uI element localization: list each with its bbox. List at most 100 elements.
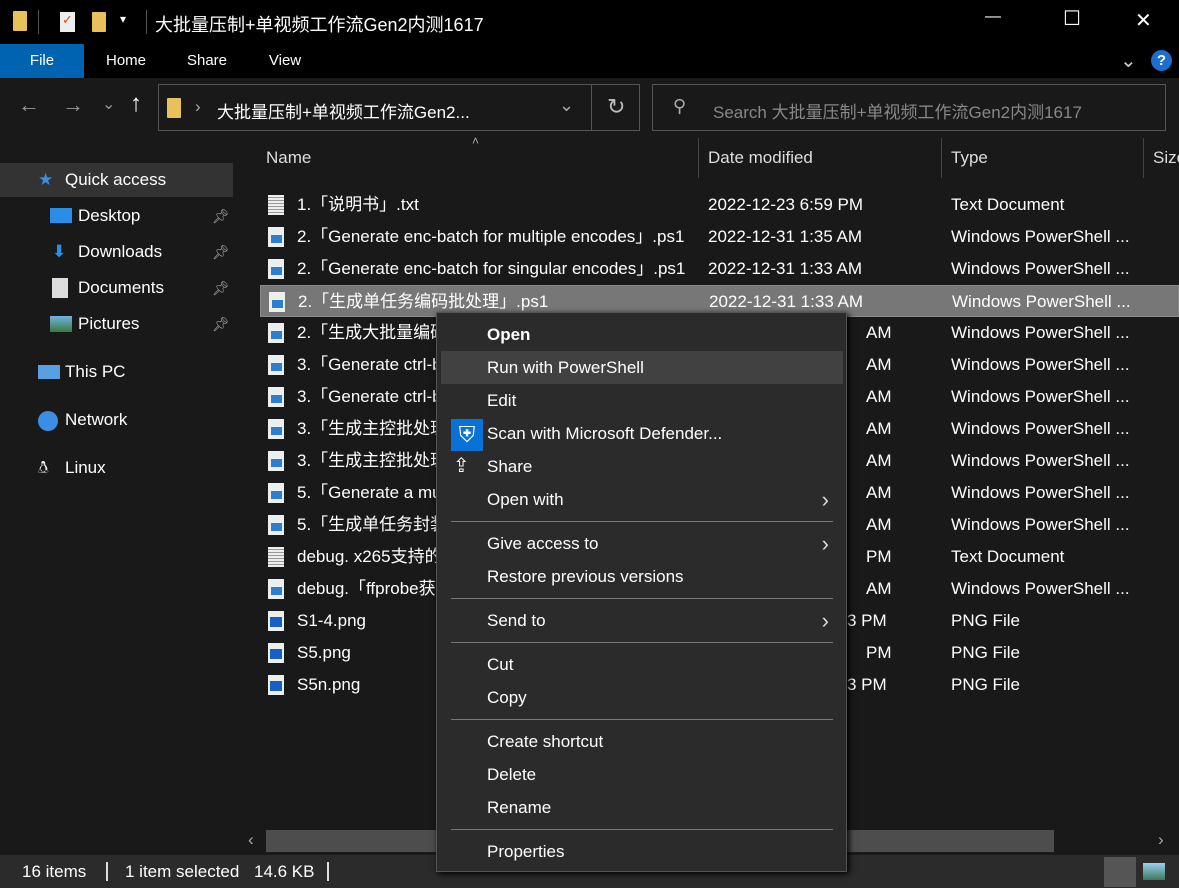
help-icon[interactable]: ? xyxy=(1151,50,1172,71)
details-view-button[interactable] xyxy=(1104,857,1136,887)
file-type: Windows PowerShell ... xyxy=(951,579,1130,598)
title-bar: ✓ ▾ 大批量压制+单视频工作流Gen2内测1617 — ☐ ✕ xyxy=(0,0,1179,44)
menu-item-scan-with-microsoft-defender[interactable]: Scan with Microsoft Defender... ⛨ xyxy=(441,417,843,451)
menu-separator xyxy=(451,521,833,522)
menu-item-label: Properties xyxy=(487,842,565,861)
menu-item-restore-previous-versions[interactable]: Restore previous versions xyxy=(441,560,843,593)
file-row[interactable]: 2.「Generate enc-batch for multiple encod… xyxy=(260,221,1179,253)
linux-icon: 🐧︎ xyxy=(38,458,49,477)
menu-item-send-to[interactable]: Send to › xyxy=(441,604,843,637)
back-button[interactable]: ← xyxy=(18,92,40,118)
forward-button[interactable]: → xyxy=(62,92,84,118)
menu-item-create-shortcut[interactable]: Create shortcut xyxy=(441,725,843,758)
file-name: S1-4.png xyxy=(297,611,366,630)
scroll-right-icon[interactable]: › xyxy=(1158,830,1164,850)
context-menu: Open Run with PowerShell Edit Scan with Mic… xyxy=(436,312,847,872)
file-type: PNG File xyxy=(951,643,1020,662)
sidebar-item-linux[interactable]: 🐧︎ Linux xyxy=(0,451,233,485)
menu-item-share[interactable]: Share ⇪ xyxy=(441,450,843,483)
file-name: debug.「ffprobe获 xyxy=(297,579,436,598)
column-divider[interactable] xyxy=(698,138,699,178)
properties-quick-icon[interactable]: ✓ xyxy=(60,12,75,32)
large-icons-view-button[interactable] xyxy=(1143,863,1165,880)
minimize-button[interactable]: — xyxy=(985,8,1001,26)
file-date: AM xyxy=(866,419,892,438)
column-header-type[interactable]: Type xyxy=(951,148,988,168)
menu-item-run-with-powershell[interactable]: Run with PowerShell xyxy=(441,351,843,384)
menu-item-edit[interactable]: Edit xyxy=(441,384,843,417)
search-input[interactable]: ⚲ Search 大批量压制+单视频工作流Gen2内测1617 xyxy=(652,84,1166,131)
navigation-pane: ★ Quick access Desktop 📌︎ ⬇ Downloads 📌︎ Doc… xyxy=(0,138,236,853)
tab-view[interactable]: View xyxy=(258,44,312,78)
sidebar-item-quick-access[interactable]: ★ Quick access xyxy=(0,163,233,197)
new-folder-quick-icon[interactable] xyxy=(92,12,106,32)
refresh-button[interactable]: ↻ xyxy=(607,94,625,120)
tab-home[interactable]: Home xyxy=(96,44,156,78)
png-file-icon xyxy=(268,675,284,695)
tab-file[interactable]: File xyxy=(0,44,84,78)
expand-ribbon-icon[interactable]: ⌄ xyxy=(1120,48,1137,73)
file-date: AM xyxy=(866,483,892,502)
file-date: AM xyxy=(866,355,892,374)
address-dropdown-button[interactable]: ⌄ xyxy=(559,95,574,116)
menu-item-open-with[interactable]: Open with › xyxy=(441,483,843,516)
recent-locations-button[interactable]: ⌄ xyxy=(102,94,115,114)
pin-icon[interactable]: 📌︎ xyxy=(212,307,230,341)
column-divider[interactable] xyxy=(1143,138,1144,178)
sidebar-item-pictures[interactable]: Pictures 📌︎ xyxy=(0,307,233,341)
menu-item-properties[interactable]: Properties xyxy=(441,835,843,868)
menu-separator xyxy=(451,719,833,720)
file-date: PM xyxy=(866,547,892,566)
tab-share[interactable]: Share xyxy=(178,44,236,78)
sidebar-item-label: Network xyxy=(65,410,128,429)
item-count: 16 items xyxy=(22,862,87,881)
column-header-size[interactable]: Size xyxy=(1153,148,1179,168)
ribbon: File Home Share View ⌄ ? xyxy=(0,44,1179,78)
file-type: Windows PowerShell ... xyxy=(951,323,1130,342)
file-type: Windows PowerShell ... xyxy=(951,419,1130,438)
text-file-icon xyxy=(268,195,284,215)
menu-item-copy[interactable]: Copy xyxy=(441,681,843,714)
file-name: 3.「Generate ctrl-b xyxy=(297,387,442,406)
sidebar-item-network[interactable]: Network xyxy=(0,403,233,437)
powershell-file-icon xyxy=(268,355,284,375)
sidebar-item-desktop[interactable]: Desktop 📌︎ xyxy=(0,199,233,233)
customize-toolbar-icon[interactable]: ▾ xyxy=(120,12,126,26)
column-header-date[interactable]: Date modified xyxy=(708,148,813,168)
menu-item-give-access-to[interactable]: Give access to › xyxy=(441,527,843,560)
close-button[interactable]: ✕ xyxy=(1135,8,1152,33)
maximize-button[interactable]: ☐ xyxy=(1063,6,1081,31)
sidebar-item-documents[interactable]: Documents 📌︎ xyxy=(0,271,233,305)
file-row[interactable]: 1.「说明书」.txt 2022-12-23 6:59 PM Text Docu… xyxy=(260,189,1179,221)
address-bar[interactable]: › 大批量压制+单视频工作流Gen2... ⌄ ↻ xyxy=(158,84,640,131)
sidebar-item-downloads[interactable]: ⬇ Downloads 📌︎ xyxy=(0,235,233,269)
breadcrumb[interactable]: 大批量压制+单视频工作流Gen2... xyxy=(217,98,470,123)
download-icon: ⬇ xyxy=(52,242,67,261)
text-file-icon xyxy=(268,547,284,567)
file-name: 5.「生成单任务封装 xyxy=(297,515,448,534)
sidebar-item-this-pc[interactable]: This PC xyxy=(0,355,233,389)
menu-item-label: Open xyxy=(487,325,531,344)
folder-icon xyxy=(167,98,181,118)
file-date: AM xyxy=(866,515,892,534)
column-divider[interactable] xyxy=(941,138,942,178)
menu-item-rename[interactable]: Rename xyxy=(441,791,843,824)
menu-item-delete[interactable]: Delete xyxy=(441,758,843,791)
sidebar-item-label: Quick access xyxy=(65,170,167,189)
sidebar-item-label: Documents xyxy=(78,278,164,297)
submenu-chevron-icon: › xyxy=(821,531,829,556)
pin-icon[interactable]: 📌︎ xyxy=(212,199,230,233)
menu-item-label: Cut xyxy=(487,655,514,674)
menu-item-label: Share xyxy=(487,457,533,476)
sidebar-item-label: Desktop xyxy=(78,206,141,225)
column-header-name[interactable]: Name xyxy=(266,148,311,168)
file-row[interactable]: 2.「Generate enc-batch for singular encod… xyxy=(260,253,1179,285)
pin-icon[interactable]: 📌︎ xyxy=(212,271,230,305)
scroll-left-icon[interactable]: ‹ xyxy=(248,830,254,850)
menu-item-cut[interactable]: Cut xyxy=(441,648,843,681)
menu-item-open[interactable]: Open xyxy=(441,318,843,351)
file-name: debug. x265支持的 xyxy=(297,547,442,566)
menu-separator xyxy=(451,642,833,643)
pin-icon[interactable]: 📌︎ xyxy=(212,235,230,269)
up-button[interactable]: ↑ xyxy=(130,90,142,118)
